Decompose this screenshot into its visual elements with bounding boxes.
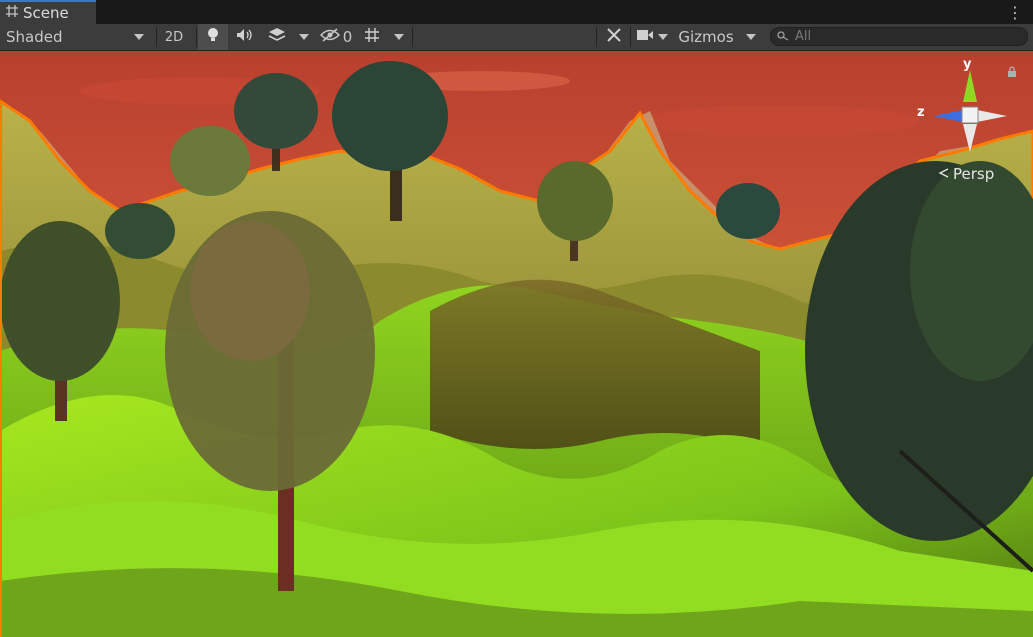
chevron-down-icon [658,34,668,40]
grid-icon [6,5,18,21]
tab-label: Scene [23,4,69,22]
z-axis-label: z [917,105,925,120]
lightbulb-icon [206,27,220,47]
divider [630,27,631,47]
search-field[interactable] [770,27,1028,46]
y-axis-cone [963,70,977,102]
lighting-toggle-button[interactable] [198,24,228,50]
effects-dropdown[interactable] [294,24,314,50]
tools-icon [606,27,622,47]
scene-visibility-toggle[interactable]: 0 [316,24,356,50]
speaker-icon [236,28,254,46]
grid-toggle-button[interactable] [358,24,386,50]
projection-label: Persp [953,165,995,183]
tab-scene[interactable]: Scene [0,0,96,24]
draw-mode-label: Shaded [6,28,63,46]
chevron-down-icon [746,34,756,40]
grid-snap-icon [364,27,380,47]
scene-render [0,51,1033,637]
divider [196,27,197,47]
divider [596,27,597,47]
chevron-down-icon [299,34,309,40]
y-axis-label: y [963,57,972,72]
z-axis-cone [933,110,963,122]
draw-mode-dropdown[interactable]: Shaded [0,24,150,50]
camera-settings-dropdown[interactable] [632,24,672,50]
x-axis-cone [977,110,1007,122]
chevron-down-icon [134,34,144,40]
tools-button[interactable] [600,24,628,50]
neg-y-axis-cone [963,124,977,152]
search-icon [777,29,789,45]
effects-toggle-button[interactable] [262,24,292,50]
divider [156,27,157,47]
chevron-down-icon [394,34,404,40]
divider [412,27,413,47]
hidden-eye-icon [319,28,340,46]
lock-icon[interactable] [1007,66,1017,82]
chevron-left-icon [938,165,950,183]
tab-bar: Scene ⋮ [0,0,1033,24]
2d-toggle-button[interactable]: 2D [158,24,190,50]
audio-toggle-button[interactable] [230,24,260,50]
grid-dropdown[interactable] [388,24,410,50]
search-input[interactable] [795,29,1015,44]
layers-icon [268,27,286,47]
scene-viewport[interactable]: y z Persp [0,51,1033,637]
more-options-icon[interactable]: ⋮ [1007,3,1023,22]
projection-toggle[interactable]: Persp [938,165,994,183]
camera-icon [636,29,654,45]
gizmos-button[interactable]: Gizmos [674,24,738,50]
gizmos-dropdown[interactable] [740,24,762,50]
hidden-count: 0 [342,28,353,46]
